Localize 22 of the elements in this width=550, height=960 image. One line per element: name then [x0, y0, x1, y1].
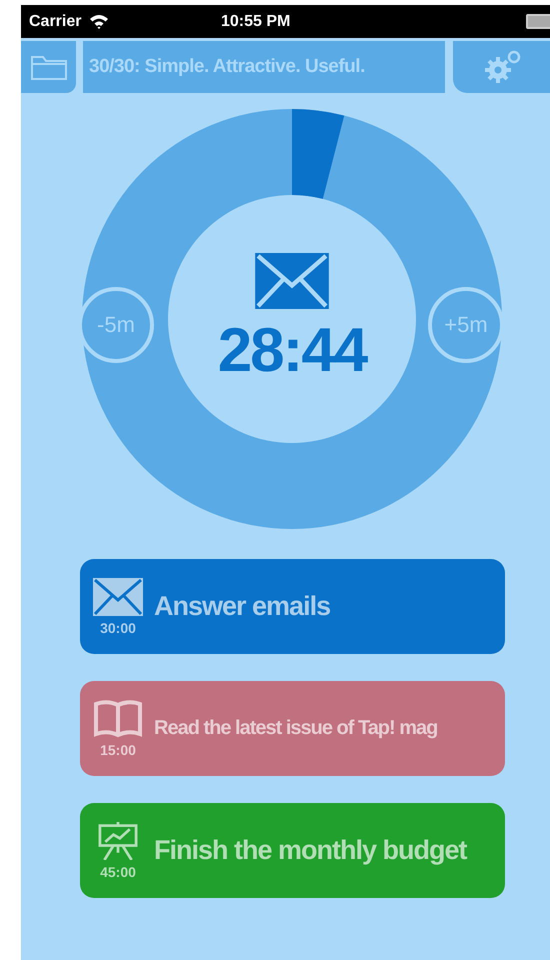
task-card[interactable]: 15:00 Read the latest issue of Tap! mag — [80, 681, 505, 776]
battery-icon — [526, 14, 550, 29]
clock-time: 10:55 PM — [221, 12, 290, 30]
book-icon — [93, 700, 143, 738]
folder-icon — [30, 53, 68, 81]
envelope-icon — [93, 578, 143, 616]
wifi-icon — [89, 14, 110, 29]
envelope-icon — [255, 252, 329, 308]
carrier-label: Carrier — [29, 12, 82, 30]
settings-icon — [482, 50, 520, 84]
app-title: 30/30: Simple. Attractive. Useful. — [83, 41, 445, 93]
task-duration: 15:00 — [100, 742, 136, 758]
task-title: Finish the monthly budget — [154, 835, 466, 866]
task-duration: 30:00 — [100, 620, 136, 636]
countdown-time: 28:44 — [218, 314, 366, 386]
folder-button[interactable] — [21, 41, 76, 93]
task-duration: 45:00 — [100, 864, 136, 880]
settings-button[interactable] — [453, 41, 550, 93]
task-title: Read the latest issue of Tap! mag — [154, 717, 438, 740]
task-card[interactable]: 30:00 Answer emails — [80, 559, 505, 654]
task-card[interactable]: 45:00 Finish the monthly budget — [80, 803, 505, 898]
task-title: Answer emails — [154, 591, 330, 622]
